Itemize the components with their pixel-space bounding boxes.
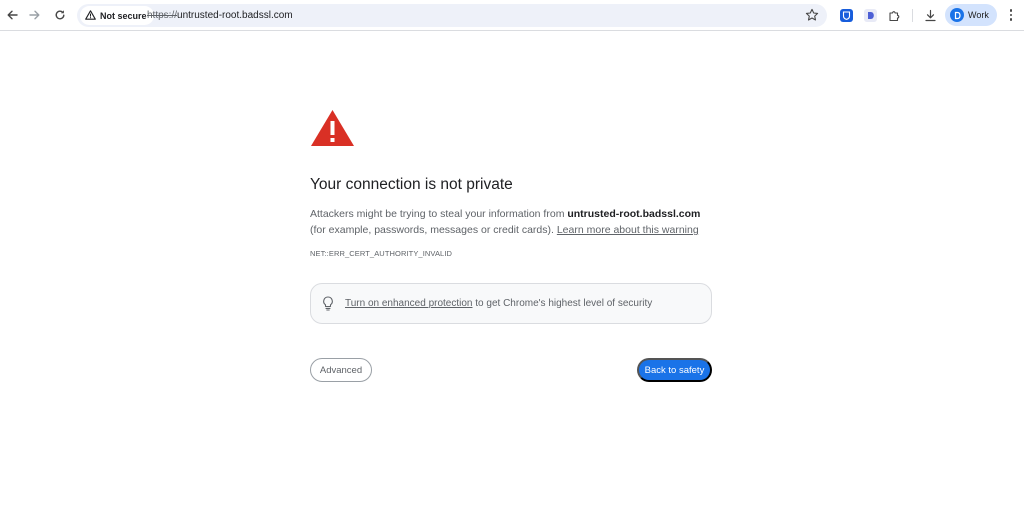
advanced-button[interactable]: Advanced — [310, 358, 372, 382]
security-chip-label: Not secure — [100, 10, 147, 21]
enhanced-protection-suffix: to get Chrome's highest level of securit… — [472, 298, 653, 309]
warning-triangle-icon — [85, 7, 96, 25]
dashlane-icon[interactable] — [863, 8, 877, 22]
url-host: untrusted-root.badssl.com — [177, 10, 293, 21]
address-bar[interactable]: Not secure https://untrusted-root.badssl… — [77, 4, 827, 27]
profile-label: Work — [968, 10, 989, 20]
enhanced-protection-banner: Turn on enhanced protection to get Chrom… — [310, 283, 712, 324]
toolbar-divider — [912, 9, 913, 22]
explanation-suffix: (for example, passwords, messages or cre… — [310, 224, 557, 236]
bitwarden-icon[interactable] — [839, 8, 853, 22]
bookmark-star-icon[interactable] — [805, 8, 819, 27]
profile-chip[interactable]: Work — [945, 4, 997, 26]
browser-toolbar: Not secure https://untrusted-root.badssl… — [0, 0, 1024, 31]
learn-more-link[interactable]: Learn more about this warning — [557, 224, 699, 236]
security-chip[interactable]: Not secure — [80, 6, 154, 25]
url-text[interactable]: https://untrusted-root.badssl.com — [147, 9, 293, 22]
url-scheme: https:// — [147, 10, 178, 21]
reload-icon[interactable] — [50, 5, 70, 25]
lightbulb-icon — [321, 296, 335, 312]
enhanced-protection-link[interactable]: Turn on enhanced protection — [345, 298, 473, 309]
download-icon[interactable] — [923, 8, 937, 22]
avatar — [950, 8, 964, 22]
error-code: NET::ERR_CERT_AUTHORITY_INVALID — [310, 249, 453, 258]
back-to-safety-button[interactable]: Back to safety — [637, 358, 712, 382]
enhanced-protection-text: Turn on enhanced protection to get Chrom… — [345, 298, 652, 309]
back-arrow-icon[interactable] — [2, 5, 22, 25]
warning-triangle-icon — [310, 109, 355, 152]
forward-arrow-icon[interactable] — [25, 5, 45, 25]
page-title: Your connection is not private — [310, 176, 513, 193]
warning-explanation: Attackers might be trying to steal your … — [310, 206, 710, 238]
explanation-prefix: Attackers might be trying to steal your … — [310, 208, 568, 220]
kebab-menu-icon[interactable] — [1004, 7, 1018, 23]
explanation-host: untrusted-root.badssl.com — [567, 208, 701, 220]
extensions-puzzle-icon[interactable] — [887, 8, 901, 22]
